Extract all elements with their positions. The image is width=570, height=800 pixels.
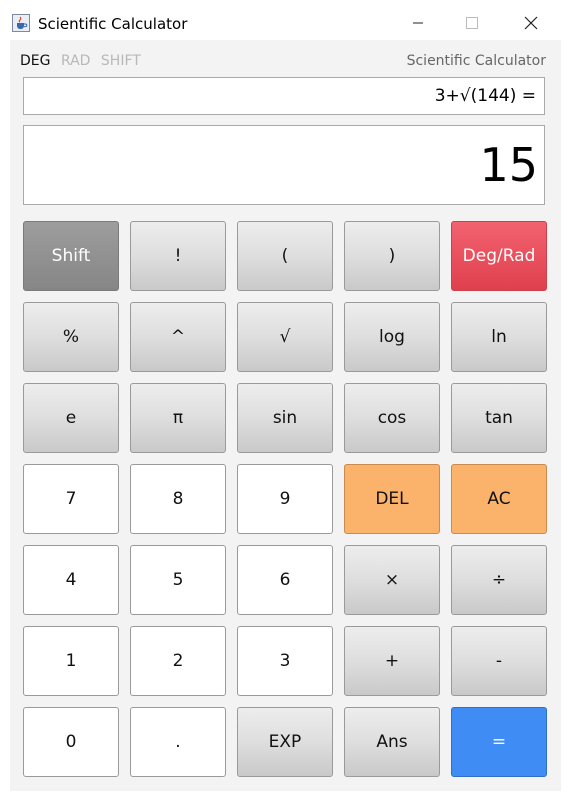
digit-0-button[interactable]: 0 (23, 707, 119, 777)
java-cup-icon (12, 14, 30, 32)
digit-5-button[interactable]: 5 (130, 545, 226, 615)
digit-7-button[interactable]: 7 (23, 464, 119, 534)
digit-3-button[interactable]: 3 (237, 626, 333, 696)
power-button[interactable]: ^ (130, 302, 226, 372)
calculator-window: Scientific Calculator DEG RAD SHIFT Scie… (0, 0, 570, 800)
close-icon (524, 16, 538, 30)
digit-1-button[interactable]: 1 (23, 626, 119, 696)
sin-button[interactable]: sin (237, 383, 333, 453)
delete-button[interactable]: DEL (344, 464, 440, 534)
ln-button[interactable]: ln (451, 302, 547, 372)
pi-button[interactable]: π (130, 383, 226, 453)
maximize-icon (466, 17, 478, 29)
calculator-body: DEG RAD SHIFT Scientific Calculator 3+√(… (10, 40, 561, 791)
sqrt-button[interactable]: √ (237, 302, 333, 372)
cos-button[interactable]: cos (344, 383, 440, 453)
shift-indicator: SHIFT (100, 53, 141, 69)
all-clear-button[interactable]: AC (451, 464, 547, 534)
rad-indicator: RAD (60, 53, 91, 69)
plus-button[interactable]: + (344, 626, 440, 696)
exp-button[interactable]: EXP (237, 707, 333, 777)
tan-button[interactable]: tan (451, 383, 547, 453)
deg-indicator: DEG (20, 53, 51, 69)
minimize-button[interactable] (395, 8, 441, 38)
digit-8-button[interactable]: 8 (130, 464, 226, 534)
factorial-button[interactable]: ! (130, 221, 226, 291)
log-button[interactable]: log (344, 302, 440, 372)
mode-indicator: DEG RAD SHIFT (20, 52, 147, 70)
window-title: Scientific Calculator (38, 15, 188, 33)
digit-4-button[interactable]: 4 (23, 545, 119, 615)
digit-6-button[interactable]: 6 (237, 545, 333, 615)
ans-button[interactable]: Ans (344, 707, 440, 777)
e-button[interactable]: e (23, 383, 119, 453)
close-button[interactable] (508, 8, 554, 38)
equals-button[interactable]: = (451, 707, 547, 777)
divide-button[interactable]: ÷ (451, 545, 547, 615)
multiply-button[interactable]: × (344, 545, 440, 615)
right-paren-button[interactable]: ) (344, 221, 440, 291)
left-paren-button[interactable]: ( (237, 221, 333, 291)
title-bar: Scientific Calculator (0, 0, 570, 40)
digit-2-button[interactable]: 2 (130, 626, 226, 696)
minus-button[interactable]: - (451, 626, 547, 696)
expression-display: 3+√(144) = (23, 77, 545, 115)
shift-button[interactable]: Shift (23, 221, 119, 291)
calculator-label: Scientific Calculator (406, 53, 546, 69)
percent-button[interactable]: % (23, 302, 119, 372)
result-display: 15 (23, 125, 545, 205)
deg-rad-button[interactable]: Deg/Rad (451, 221, 547, 291)
decimal-point-button[interactable]: . (130, 707, 226, 777)
digit-9-button[interactable]: 9 (237, 464, 333, 534)
minimize-icon (413, 22, 423, 24)
maximize-button[interactable] (449, 8, 495, 38)
